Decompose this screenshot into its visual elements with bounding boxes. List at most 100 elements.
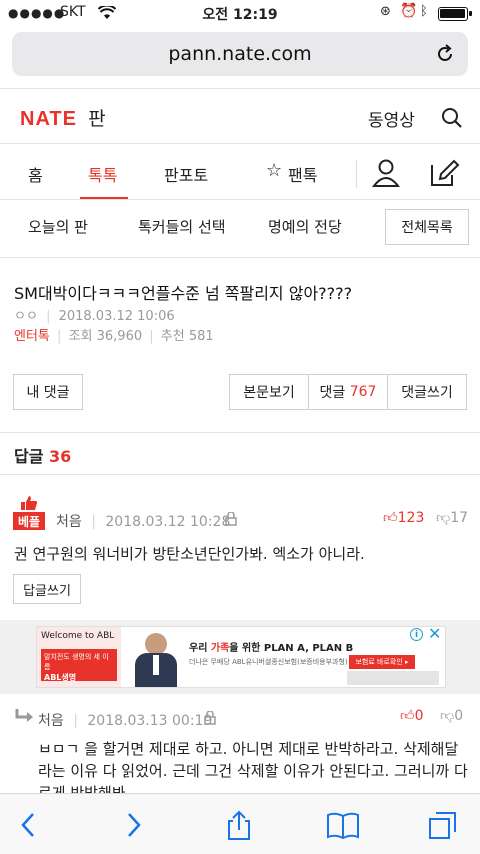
upvote-count: 0: [414, 708, 424, 724]
ad-headline: 우리 가족을 위한 PLAN A, PLAN B: [189, 639, 353, 654]
tab-pann-photo[interactable]: 판포토: [164, 162, 208, 186]
comment-meta: 처음 | 2018.03.13 00:19: [38, 713, 213, 729]
comments-button[interactable]: 댓글 767: [308, 374, 388, 410]
status-bar: ●●●●● SKT 오전 12:19 ⊛ ⏰ ᛒ: [0, 0, 480, 28]
search-icon[interactable]: [441, 107, 463, 129]
ad-headline-red: 가족: [210, 643, 230, 654]
report-icon[interactable]: [225, 512, 237, 526]
ad-welcome: Welcome to ABL: [41, 631, 115, 641]
thumbs-up-outline-icon: 👍︎: [383, 510, 398, 526]
ad-close-icon[interactable]: ✕: [428, 624, 441, 643]
upvote-button[interactable]: 👍︎123: [383, 509, 424, 526]
downvote-count: 17: [450, 510, 469, 526]
best-badge: 베플: [13, 512, 45, 530]
battery-icon: [438, 7, 472, 21]
comment-author: 처음: [38, 713, 64, 729]
views-count: 36,960: [96, 329, 143, 344]
upvote-count: 123: [397, 510, 425, 526]
bluetooth-icon: ᛒ: [420, 4, 428, 19]
comment-item-best: 베플 처음 | 2018.03.12 10:28 👍︎123 👎︎17 권 연구…: [0, 475, 480, 620]
recommend-count: 581: [188, 329, 214, 344]
report-icon[interactable]: [204, 711, 216, 725]
comment-text: ㅂㅁㄱ 을 할거면 제대로 하고. 아니면 제대로 반박하라고. 삭제해달라는 …: [38, 740, 468, 793]
ad-person-image: [131, 631, 181, 687]
post-category[interactable]: 엔터톡: [14, 329, 50, 344]
view-body-button[interactable]: 본문보기: [229, 374, 309, 410]
subnav-hall-of-fame[interactable]: 명예의 전당: [268, 216, 342, 237]
ad-banner[interactable]: Welcome to ABL 말치전도 생명의 세 이름 ABL생명 우리 가족…: [36, 626, 446, 688]
thumbs-down-icon: 👎︎: [440, 708, 455, 724]
post-stats: 엔터톡 | 조회 36,960 | 추천 581: [14, 329, 214, 344]
pann-label: 판: [88, 108, 106, 130]
ad-left-panel: Welcome to ABL 말치전도 생명의 세 이름 ABL생명: [37, 627, 121, 687]
downvote-button[interactable]: 👎︎17: [436, 509, 468, 526]
video-link[interactable]: 동영상: [368, 106, 415, 131]
wifi-icon: [98, 6, 116, 19]
back-icon[interactable]: [14, 810, 44, 840]
replies-header: 답글 36: [14, 443, 71, 467]
ad-subtext: 더나은 무배당 ABL유니버셜종신보험(보증비용부과형) 1802: [189, 658, 368, 666]
ad-promo-box: 말치전도 생명의 세 이름 ABL생명: [41, 649, 117, 682]
comment-date: 2018.03.13 00:19: [87, 713, 213, 729]
reply-arrow-icon: [15, 709, 33, 722]
comment-item: 처음 | 2018.03.13 00:19 👍︎0 👎︎0 ㅂㅁㄱ 을 할거면 …: [0, 694, 480, 793]
ad-headline-post: 을 위한 PLAN A, PLAN B: [229, 643, 354, 654]
subnav-talker-choice[interactable]: 톡커들의 선택: [138, 216, 226, 237]
alarm-icon: ⏰: [400, 3, 418, 19]
comment-date: 2018.03.12 10:28: [105, 514, 231, 530]
thumbs-up-outline-icon: 👍︎: [400, 708, 415, 724]
my-comments-button[interactable]: 내 댓글: [13, 374, 83, 410]
carrier-label: SKT: [60, 4, 86, 20]
reply-write-button[interactable]: 답글쓰기: [13, 574, 81, 604]
comment-text: 권 연구원의 워너비가 방탄소년단인가봐. 엑소가 아니라.: [14, 545, 365, 563]
comment-meta: 처음 | 2018.03.12 10:28: [56, 514, 231, 530]
ad-cta-button[interactable]: 보험료 바로확인 ▸: [349, 655, 415, 669]
comment-author: 처음: [56, 514, 82, 530]
address-bar[interactable]: pann.nate.com: [12, 32, 468, 76]
reload-icon[interactable]: [434, 43, 456, 65]
user-icon[interactable]: [372, 158, 400, 188]
nate-logo: NATE: [20, 108, 77, 130]
comments-count: 767: [349, 384, 377, 400]
divider: [356, 160, 357, 188]
tab-toktok[interactable]: 톡톡: [88, 162, 117, 186]
comments-label: 댓글: [319, 385, 346, 401]
replies-count: 36: [49, 447, 72, 466]
tab-fantok[interactable]: 팬톡: [288, 162, 317, 186]
write-icon[interactable]: [428, 157, 460, 189]
recommend-label: 추천: [160, 329, 185, 344]
all-list-button[interactable]: 전체목록: [385, 209, 469, 245]
signal-icon: ●●●●●: [8, 6, 66, 20]
tab-home[interactable]: 홈: [28, 162, 43, 186]
divider: [0, 199, 480, 200]
views-label: 조회: [68, 329, 93, 344]
site-logo[interactable]: NATE 판: [20, 104, 106, 132]
replies-label: 답글: [14, 447, 44, 466]
ad-headline-pre: 우리: [189, 643, 211, 654]
divider: [0, 432, 480, 433]
thumbs-down-icon: 👎︎: [436, 510, 451, 526]
post-author: ㅇㅇ: [14, 309, 38, 324]
post-meta: ㅇㅇ | 2018.03.12 10:06: [14, 309, 175, 324]
bookmarks-icon[interactable]: [326, 810, 360, 840]
browser-toolbar: [0, 793, 480, 854]
tabs-icon[interactable]: [428, 810, 458, 840]
subnav-today[interactable]: 오늘의 판: [28, 216, 88, 237]
downvote-count: 0: [454, 708, 464, 724]
divider: [0, 257, 480, 258]
lock-rotation-icon: ⊛: [380, 4, 391, 19]
share-icon[interactable]: [224, 810, 254, 840]
ad-info-icon[interactable]: i: [410, 628, 423, 641]
divider: [0, 143, 480, 144]
write-comment-button[interactable]: 댓글쓰기: [387, 374, 467, 410]
forward-icon[interactable]: [118, 810, 148, 840]
star-icon: ☆: [266, 160, 283, 181]
ad-brand: ABL생명: [44, 673, 77, 682]
thumbs-up-icon: [21, 496, 38, 510]
clock: 오전 12:19: [202, 7, 278, 23]
downvote-button[interactable]: 👎︎0: [440, 707, 463, 724]
url-text: pann.nate.com: [168, 43, 312, 65]
divider: [0, 88, 480, 89]
ad-promo-text: 말치전도 생명의 세 이름: [44, 653, 109, 671]
upvote-button[interactable]: 👍︎0: [400, 707, 424, 724]
